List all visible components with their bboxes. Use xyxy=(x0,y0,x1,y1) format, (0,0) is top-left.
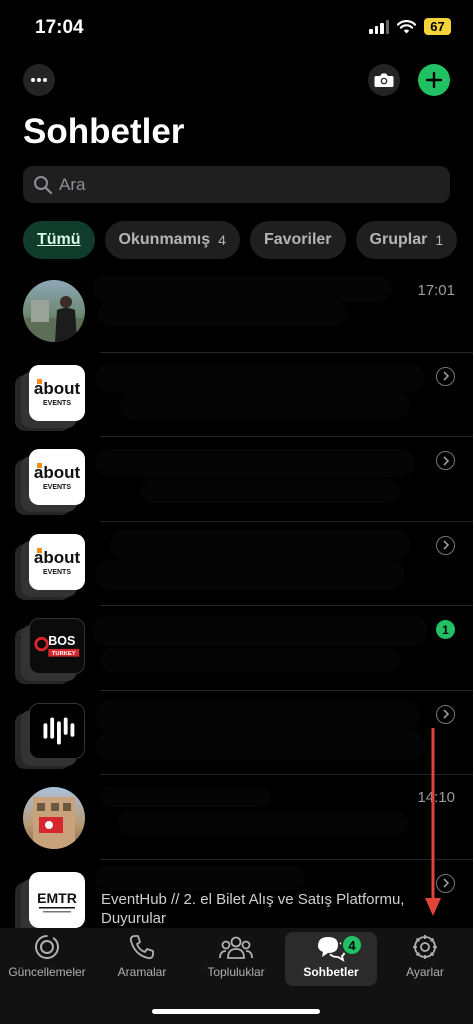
chevron-right-icon[interactable] xyxy=(436,704,455,724)
camera-button[interactable] xyxy=(368,64,400,96)
page-title: Sohbetler xyxy=(23,112,185,151)
tab-calls[interactable]: Aramalar xyxy=(96,932,188,986)
contact-avatar xyxy=(23,787,85,849)
chat-list: 17:01 about EVENTS about EVENTS about EV… xyxy=(0,268,473,944)
status-bar: 17:04 67 xyxy=(0,0,473,56)
chat-row[interactable]: about EVENTS xyxy=(0,353,473,437)
camera-icon xyxy=(374,73,394,87)
community-logo: BOS TURKEY xyxy=(29,618,85,674)
community-logo: EMTR xyxy=(29,871,85,928)
community-logo: about EVENTS xyxy=(29,533,85,590)
chat-row[interactable]: about EVENTS xyxy=(0,522,473,606)
tab-label: Ayarlar xyxy=(406,965,444,979)
svg-text:EVENTS: EVENTS xyxy=(43,484,71,491)
filter-all[interactable]: Tümü xyxy=(23,221,95,259)
chevron-right-icon[interactable] xyxy=(436,451,455,470)
filter-label: Favoriler xyxy=(263,231,332,248)
chat-row[interactable]: 17:01 xyxy=(0,268,473,353)
filter-unread[interactable]: Okunmamış 4 xyxy=(104,221,240,259)
tab-label: Sohbetler xyxy=(303,965,359,979)
community-logo: about EVENTS xyxy=(29,364,85,421)
search-bar[interactable] xyxy=(23,166,450,203)
unread-count-badge: 1 xyxy=(436,620,455,639)
updates-icon xyxy=(35,935,59,959)
chat-row[interactable]: BOS TURKEY 1 xyxy=(0,606,473,691)
wifi-icon xyxy=(397,19,416,33)
tab-label: Topluluklar xyxy=(207,965,265,979)
ellipsis-icon xyxy=(31,78,47,82)
filter-favorites[interactable]: Favoriler xyxy=(249,221,346,259)
cellular-signal-icon xyxy=(369,19,389,34)
tab-updates[interactable]: Güncellemeler xyxy=(1,932,93,986)
communities-icon xyxy=(219,936,253,959)
svg-text:BOS: BOS xyxy=(48,634,75,648)
more-options-button[interactable] xyxy=(23,64,55,96)
svg-text:EMTR: EMTR xyxy=(37,890,77,906)
chat-time: 17:01 xyxy=(417,282,455,299)
home-indicator xyxy=(152,1009,320,1014)
filter-label: Gruplar xyxy=(369,231,428,248)
filter-label: Okunmamış xyxy=(118,231,211,248)
tab-label: Güncellemeler xyxy=(8,965,86,979)
svg-text:TURKEY: TURKEY xyxy=(52,651,76,657)
annotation-arrow-icon xyxy=(425,728,441,916)
settings-icon xyxy=(413,935,437,959)
new-chat-button[interactable] xyxy=(418,64,450,96)
svg-text:EVENTS: EVENTS xyxy=(43,400,71,407)
plus-icon xyxy=(426,72,442,88)
chat-row[interactable]: 14:10 xyxy=(0,775,473,860)
chevron-right-icon[interactable] xyxy=(436,366,455,386)
contact-avatar xyxy=(23,280,85,342)
chat-message-preview: EventHub // 2. el Bilet Alış ve Satış Pl… xyxy=(101,890,405,927)
chat-row[interactable]: about EVENTS xyxy=(0,437,473,522)
search-icon xyxy=(34,175,53,194)
search-input[interactable] xyxy=(59,174,429,195)
tab-settings[interactable]: Ayarlar xyxy=(379,932,471,986)
phone-icon xyxy=(129,935,154,960)
chat-row[interactable] xyxy=(0,691,473,775)
filter-chips: Tümü Okunmamış 4 Favoriler Gruplar 1 xyxy=(23,221,458,259)
chevron-right-icon[interactable] xyxy=(436,535,455,555)
community-logo: about EVENTS xyxy=(29,449,85,505)
filter-count: 4 xyxy=(218,232,226,248)
filter-count: 1 xyxy=(435,232,444,248)
status-time: 17:04 xyxy=(35,17,84,38)
filter-label: Tümü xyxy=(37,231,81,248)
chats-unread-badge: 4 xyxy=(341,934,363,956)
community-logo xyxy=(29,702,85,759)
battery-indicator: 67 xyxy=(424,18,451,35)
tab-label: Aramalar xyxy=(117,965,167,979)
tab-communities[interactable]: Topluluklar xyxy=(190,932,282,986)
status-icons: 67 xyxy=(369,18,451,35)
filter-groups[interactable]: Gruplar 1 xyxy=(355,221,458,259)
svg-text:EVENTS: EVENTS xyxy=(43,569,71,576)
tab-chats[interactable]: 4 Sohbetler xyxy=(285,932,377,986)
